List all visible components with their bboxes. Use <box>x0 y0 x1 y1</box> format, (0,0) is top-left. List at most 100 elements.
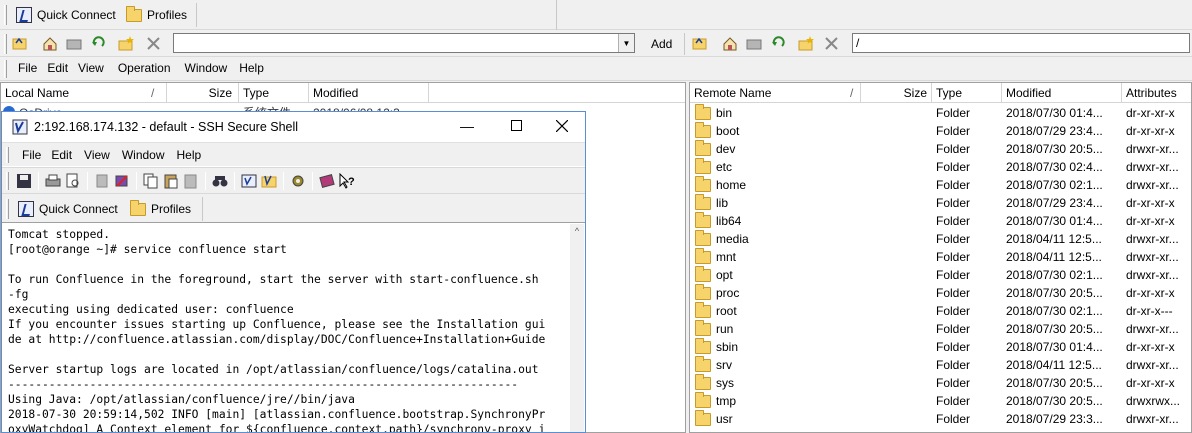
toolbar-grip[interactable] <box>4 5 7 25</box>
add-button[interactable]: Add <box>645 34 678 54</box>
col-size[interactable]: Size <box>167 83 239 103</box>
remote-file-row[interactable]: tmp Folder 2018/07/30 20:5... drwxrwx... <box>690 392 1191 410</box>
col-type[interactable]: Type <box>239 83 309 103</box>
delete-icon <box>147 37 160 50</box>
toolbar-grip[interactable] <box>6 172 9 190</box>
remote-file-row[interactable]: sbin Folder 2018/07/30 01:4... dr-xr-xr-x <box>690 338 1191 356</box>
profiles-folder-icon <box>130 199 146 216</box>
print-preview-icon[interactable] <box>65 173 81 189</box>
save-icon[interactable] <box>16 173 32 189</box>
ssh-menu-view[interactable]: View <box>84 148 110 162</box>
settings-icon[interactable] <box>290 173 306 189</box>
col-attributes[interactable]: Attributes <box>1122 83 1191 103</box>
remote-file-row[interactable]: bin Folder 2018/07/30 01:4... dr-xr-xr-x <box>690 104 1191 122</box>
file-attributes: drwxr-xr... <box>1126 232 1179 246</box>
col-local-name[interactable]: Local Name / <box>1 83 167 103</box>
file-modified: 2018/07/30 02:1... <box>1006 304 1103 318</box>
file-name-cell: bin <box>695 104 861 122</box>
local-path-input[interactable]: ▼ <box>173 33 635 53</box>
quick-connect-button[interactable]: Quick Connect <box>10 3 122 27</box>
remote-file-row[interactable]: proc Folder 2018/07/30 20:5... dr-xr-xr-x <box>690 284 1191 302</box>
context-help-icon[interactable]: ? <box>339 173 355 189</box>
file-name: sbin <box>716 340 739 354</box>
toolbar-grip[interactable] <box>6 199 9 219</box>
col-size[interactable]: Size <box>861 83 932 103</box>
profiles-folder-icon <box>126 5 142 22</box>
file-attributes: dr-xr-xr-x <box>1126 196 1175 210</box>
remote-file-row[interactable]: run Folder 2018/07/30 20:5... drwxr-xr... <box>690 320 1191 338</box>
paste-icon[interactable] <box>163 173 179 189</box>
file-name-cell: mnt <box>695 248 861 266</box>
col-type[interactable]: Type <box>932 83 1002 103</box>
ssh-title-bar[interactable]: 2:192.168.174.132 - default - SSH Secure… <box>2 112 585 142</box>
terminal-output[interactable]: Tomcat stopped. [root@orange ~]# service … <box>4 224 570 432</box>
ssh-menu-window[interactable]: Window <box>122 148 165 162</box>
terminal-scrollbar[interactable]: ^ <box>570 224 584 432</box>
help-book-icon[interactable] <box>319 173 335 189</box>
remote-file-row[interactable]: boot Folder 2018/07/29 23:4... dr-xr-xr-x <box>690 122 1191 140</box>
remote-file-row[interactable]: opt Folder 2018/07/30 02:1... drwxr-xr... <box>690 266 1191 284</box>
copy-icon[interactable] <box>143 173 159 189</box>
ssh-quick-connect-button[interactable]: Quick Connect <box>12 197 124 221</box>
remote-file-pane[interactable]: Remote Name / Size Type Modified Attribut… <box>689 82 1192 433</box>
remote-file-row[interactable]: sys Folder 2018/07/30 20:5... dr-xr-xr-x <box>690 374 1191 392</box>
file-name-cell: opt <box>695 266 861 284</box>
ssh-profiles-button[interactable]: Profiles <box>124 197 197 221</box>
minimize-icon[interactable]: — <box>460 119 474 133</box>
remote-file-row[interactable]: media Folder 2018/04/11 12:5... drwxr-xr... <box>690 230 1191 248</box>
file-type: Folder <box>936 268 971 282</box>
menu-edit[interactable]: Edit <box>47 61 68 75</box>
file-name-cell: sbin <box>695 338 861 356</box>
remote-file-row[interactable]: root Folder 2018/07/30 02:1... dr-xr-x--- <box>690 302 1191 320</box>
menu-window[interactable]: Window <box>185 61 228 75</box>
ssh-menu-help[interactable]: Help <box>177 148 202 162</box>
ssh-menu-file[interactable]: File <box>22 148 41 162</box>
find-icon[interactable] <box>212 173 228 189</box>
menu-file[interactable]: File <box>18 61 37 75</box>
disconnect-icon[interactable] <box>94 173 110 189</box>
col-modified[interactable]: Modified <box>309 83 429 103</box>
file-modified: 2018/07/30 01:4... <box>1006 106 1103 120</box>
profiles-button[interactable]: Profiles <box>120 3 193 27</box>
menu-grip[interactable] <box>4 60 7 78</box>
remote-file-row[interactable]: dev Folder 2018/07/30 20:5... drwxr-xr... <box>690 140 1191 158</box>
remote-path-input[interactable]: / <box>852 33 1190 53</box>
menu-help[interactable]: Help <box>239 61 264 75</box>
menu-operation[interactable]: Operation <box>118 61 171 75</box>
paste-disabled-icon[interactable] <box>183 173 199 189</box>
file-attributes: drwxr-xr... <box>1126 412 1179 426</box>
col-modified[interactable]: Modified <box>1002 83 1122 103</box>
col-remote-name[interactable]: Remote Name / <box>690 83 861 103</box>
ssh-menu-edit[interactable]: Edit <box>51 148 72 162</box>
toolbar-grip[interactable] <box>4 34 7 54</box>
connect-icon[interactable] <box>114 173 130 189</box>
chevron-down-icon[interactable]: ▼ <box>618 34 634 52</box>
file-name: home <box>716 178 747 192</box>
remote-file-row[interactable]: mnt Folder 2018/04/11 12:5... drwxr-xr... <box>690 248 1191 266</box>
file-attributes: drwxr-xr... <box>1126 250 1179 264</box>
profiles-label: Profiles <box>147 8 188 22</box>
remote-file-row[interactable]: usr Folder 2018/07/29 23:3... drwxr-xr... <box>690 410 1191 428</box>
file-name-cell: media <box>695 230 861 248</box>
maximize-icon[interactable] <box>511 120 522 131</box>
folder-gray-icon <box>66 39 82 50</box>
up-folder-icon <box>692 37 707 50</box>
new-file-transfer-icon[interactable] <box>261 173 277 189</box>
remote-file-row[interactable]: srv Folder 2018/04/11 12:5... drwxr-xr... <box>690 356 1191 374</box>
remote-file-row[interactable]: etc Folder 2018/07/30 02:4... drwxr-xr... <box>690 158 1191 176</box>
close-icon[interactable] <box>556 120 568 132</box>
menu-view[interactable]: View <box>78 61 104 75</box>
remote-file-row[interactable]: lib Folder 2018/07/29 23:4... dr-xr-xr-x <box>690 194 1191 212</box>
folder-icon <box>695 320 711 336</box>
file-type: Folder <box>936 304 971 318</box>
remote-file-row[interactable]: lib64 Folder 2018/07/30 01:4... dr-xr-xr-x <box>690 212 1191 230</box>
remote-file-row[interactable]: home Folder 2018/07/30 02:1... drwxr-xr... <box>690 176 1191 194</box>
folder-icon <box>695 140 711 156</box>
file-name: lib <box>716 196 729 210</box>
file-name: root <box>716 304 737 318</box>
print-icon[interactable] <box>45 173 61 189</box>
scroll-up-icon[interactable]: ^ <box>570 226 584 236</box>
toolbar-divider <box>202 197 203 221</box>
menu-grip[interactable] <box>6 147 9 163</box>
new-terminal-icon[interactable] <box>241 173 257 189</box>
